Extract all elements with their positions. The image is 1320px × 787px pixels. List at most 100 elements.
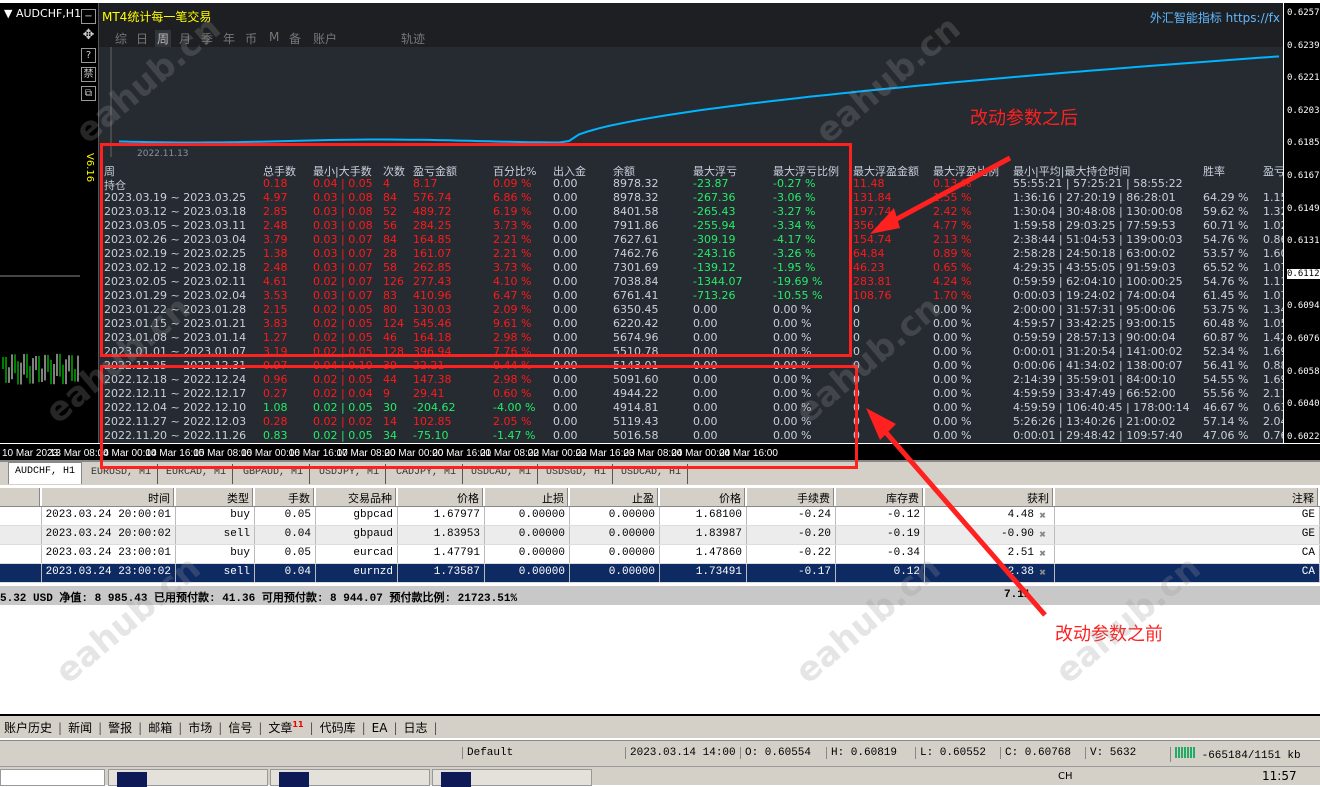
stats-cell: 0.00 % [933,373,972,386]
trade-value: 2023.03.24 20:00:01 [45,509,171,521]
ban-button[interactable]: 禁 [81,67,96,82]
stats-cell: 4:59:59 | 33:47:49 | 66:52:00 [1013,387,1176,400]
stats-cell: 0.00 % [933,331,972,344]
stats-cell: 0:59:59 | 28:57:13 | 90:00:04 [1013,331,1176,344]
column-header[interactable]: 价格 [398,488,485,506]
stats-cell: 54.55 % [1203,373,1249,386]
equity-curve [110,47,1280,157]
tab-separator: | [218,721,223,735]
trade-cell: 2.51 ✖ [925,545,1055,563]
minimize-button[interactable]: − [81,9,96,24]
stats-cell: 1.70 % [933,289,972,302]
close-order-icon[interactable]: ✖ [1039,566,1046,580]
column-header[interactable]: 手续费 [747,488,836,506]
help-button[interactable]: ? [81,48,96,63]
taskbar-item[interactable] [270,769,430,787]
terminal-tab[interactable]: 邮箱 [148,721,172,735]
column-header[interactable] [0,488,42,506]
column-header[interactable]: 价格 [660,488,747,506]
trade-value: -0.20 [797,528,831,540]
trade-value: 0.00000 [608,509,655,521]
stats-cell: 55:55:21 | 57:25:21 | 58:55:22 [1013,177,1183,190]
terminal-tab[interactable]: 文章 [268,721,292,735]
stats-cell: 1:59:58 | 29:03:25 | 77:59:53 [1013,219,1176,232]
stats-cell: 0:00:03 | 19:24:02 | 74:00:04 [1013,289,1176,302]
trade-cell: -0.20 [747,526,836,544]
terminal-tab[interactable]: 市场 [188,721,212,735]
tab-separator: | [98,721,103,735]
stats-cell: 1.55 % [933,191,972,204]
stats-cell: 60.48 % [1203,317,1249,330]
move-icon[interactable]: ✥ [81,28,96,44]
trade-cell: 1.73491 [660,564,747,582]
brand-link[interactable]: 外汇智能指标 https://fx [1150,9,1280,26]
stats-cell: 108.76 [853,289,892,302]
trade-cell: GE [1055,507,1320,525]
stats-cell: 2.13 % [933,233,972,246]
trade-cell: 0.04 [255,526,316,544]
trade-value: buy [230,509,250,521]
taskbar-item[interactable] [0,769,105,786]
nav-tab-6[interactable]: 币 [245,30,257,47]
column-header[interactable]: 手数 [255,488,316,506]
terminal-tab[interactable]: 信号 [228,721,252,735]
trade-cell: 1.68100 [660,507,747,525]
column-header[interactable]: 获利 [925,488,1055,506]
tab-separator: | [258,721,263,735]
signal-icon [1175,747,1195,758]
terminal-tab[interactable]: 账户历史 [4,721,52,735]
price-axis[interactable]: 0.6257 0.6239 0.6221 0.6203 0.6185 0.6167 0.61… [1283,3,1320,443]
stats-cell: 0:00:01 | 29:48:42 | 109:57:40 [1013,429,1183,442]
stats-cell: 197.74 [853,205,892,218]
trade-row[interactable]: 2023.03.24 20:00:02 sell 0.04 gbpaud 1.83953… [0,526,1320,545]
nav-tab-1[interactable]: 日 [136,30,148,47]
close-order-icon[interactable]: ✖ [1039,509,1046,523]
trade-value: -0.22 [797,547,831,559]
nav-tab-7[interactable]: M [269,30,279,44]
close-order-icon[interactable]: ✖ [1039,547,1046,561]
chart-tab[interactable]: AUDCHF, H1 [8,462,83,484]
profile[interactable]: Default [462,747,622,759]
column-header[interactable]: 时间 [42,488,176,506]
terminal-tab[interactable]: EA [372,721,388,735]
nav-tab-10[interactable]: 轨迹 [401,30,425,47]
trade-row[interactable]: 2023.03.24 23:00:01 buy 0.05 eurcad 1.47791 0… [0,545,1320,564]
stats-cell: 0:00:01 | 31:20:54 | 141:00:02 [1013,345,1183,358]
trade-cell [0,564,42,582]
trade-value: GE [1301,509,1315,521]
trade-value: eurcad [353,547,393,559]
trade-value: 2.38 [1007,566,1034,578]
terminal-tab[interactable]: 新闻 [68,721,92,735]
column-header[interactable]: 库存费 [836,488,925,506]
column-header[interactable]: 止盈 [570,488,660,506]
trade-value: 0.04 [284,528,311,540]
taskbar-item[interactable] [108,769,268,787]
trade-value: 1.47860 [695,547,742,559]
trade-cell: GE [1055,526,1320,544]
price-label: 0.6131 [1287,236,1320,247]
stats-cell: 0.00 % [933,401,972,414]
stats-cell: 283.81 [853,275,892,288]
column-header[interactable]: 类型 [176,488,255,506]
trade-cell: 2023.03.24 20:00:02 [42,526,176,544]
trade-cell: -0.24 [747,507,836,525]
close-order-icon[interactable]: ✖ [1039,528,1046,542]
price-label: 0.6257 [1287,8,1320,18]
terminal-tab[interactable]: 代码库 [320,721,356,735]
nav-tab-0[interactable]: 综 [115,30,127,47]
terminal-tab[interactable]: 日志 [403,721,427,735]
trade-cell: -0.22 [747,545,836,563]
nav-tab-9[interactable]: 账户 [313,30,337,47]
language-indicator[interactable]: CH [1058,771,1073,782]
price-label: 0.6185 [1287,138,1320,149]
trade-cell: 1.67977 [398,507,485,525]
trade-value: 1.67977 [433,509,480,521]
column-header[interactable]: 注释 [1055,488,1320,506]
terminal-tab[interactable]: 警报 [108,721,132,735]
trade-row[interactable]: 2023.03.24 20:00:01 buy 0.05 gbpcad 1.67977 0… [0,507,1320,526]
column-header[interactable]: 止损 [485,488,570,506]
column-header[interactable]: 交易品种 [316,488,398,506]
stats-cell: 53.57 % [1203,247,1249,260]
taskbar-item[interactable] [432,769,592,787]
nav-tab-8[interactable]: 备 [289,30,301,47]
